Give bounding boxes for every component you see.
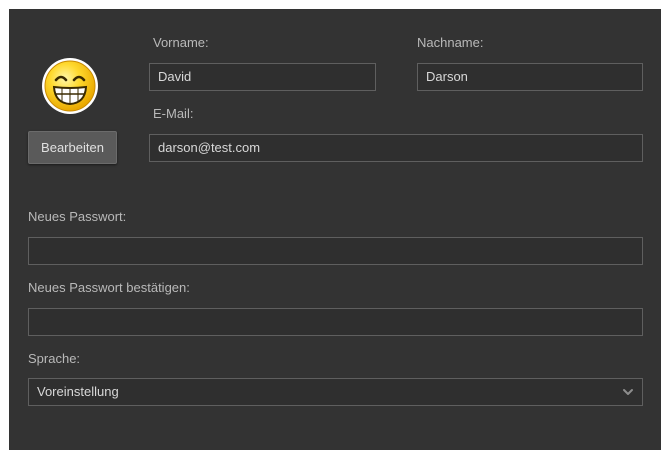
profile-settings-panel: Bearbeiten Vorname: David Nachname: Dars… (9, 9, 661, 450)
new-password-field[interactable] (28, 237, 643, 265)
smiley-grin-icon (42, 58, 98, 114)
first-name-field[interactable]: David (149, 63, 376, 91)
avatar (40, 56, 100, 116)
last-name-label: Nachname: (417, 35, 484, 50)
language-select[interactable]: Voreinstellung (28, 378, 643, 406)
language-select-value: Voreinstellung (37, 384, 119, 399)
confirm-password-label: Neues Passwort bestätigen: (28, 280, 190, 295)
new-password-label: Neues Passwort: (28, 209, 127, 224)
edit-avatar-button[interactable]: Bearbeiten (28, 131, 117, 164)
email-field[interactable]: darson@test.com (149, 134, 643, 162)
first-name-label: Vorname: (153, 35, 209, 50)
confirm-password-field[interactable] (28, 308, 643, 336)
language-label: Sprache: (28, 351, 81, 366)
chevron-down-icon (623, 389, 633, 395)
email-label: E-Mail: (153, 106, 194, 121)
last-name-field[interactable]: Darson (417, 63, 643, 91)
